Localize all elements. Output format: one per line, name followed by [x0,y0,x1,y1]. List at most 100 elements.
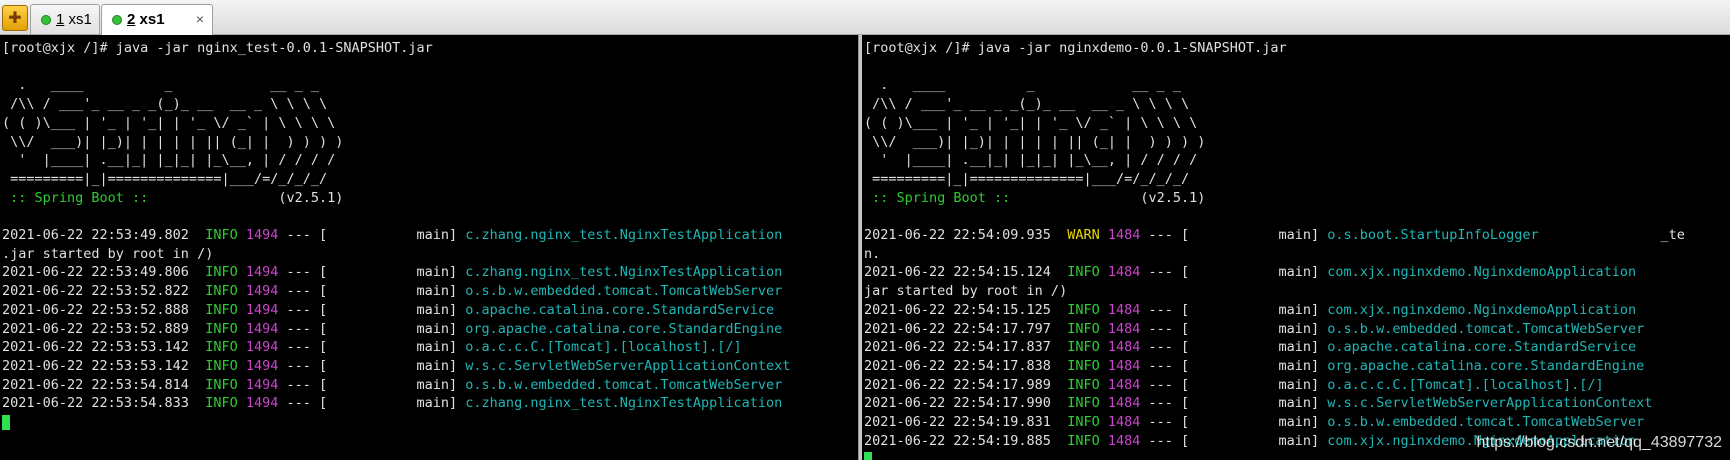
log-timestamp: 2021-06-22 22:53:53.142 [2,339,198,356]
terminal-output-left: [root@xjx /]# java -jar nginx_test-0.0.1… [2,39,790,432]
session-tab-bar: ✚ 1 xs1 2 xs1 × [0,0,1730,35]
log-thread: --- [ main] [278,395,466,412]
log-logger: o.s.boot.StartupInfoLogger [1327,227,1539,244]
log-pid: 1494 [237,376,279,393]
log-continuation: n. [864,245,881,262]
log-level: INFO [1059,432,1100,449]
log-thread: --- [ main] [278,227,466,244]
log-pid: 1494 [237,357,279,374]
log-thread: --- [ main] [278,264,466,281]
log-thread: --- [ main] [1140,357,1328,374]
log-logger: o.a.c.c.C.[Tomcat].[localhost].[/] [1327,376,1604,393]
spring-banner-line: \\/ ___)| |_)| | | | | || (_| | ) ) ) ) [864,133,1206,150]
log-timestamp: 2021-06-22 22:54:19.885 [864,432,1060,449]
log-continuation: .jar started by root in /) [2,245,214,262]
log-timestamp: 2021-06-22 22:54:19.831 [864,414,1060,431]
log-level: INFO [1059,376,1100,393]
log-level: INFO [197,283,238,300]
log-level: INFO [1059,414,1100,431]
log-thread: --- [ main] [1140,301,1328,318]
log-continuation: jar started by root in /) [864,283,1068,300]
log-pid: 1484 [1099,414,1141,431]
spring-boot-label: :: Spring Boot :: [2,189,157,206]
log-level: INFO [1059,264,1100,281]
tab-session-2[interactable]: 2 xs1 × [101,4,213,35]
tab-session-1[interactable]: 1 xs1 [30,4,100,34]
log-timestamp: 2021-06-22 22:53:54.814 [2,376,198,393]
shell-command-line: [root@xjx /]# java -jar nginxdemo-0.0.1-… [864,40,1287,56]
log-level: INFO [1059,301,1100,318]
log-thread: --- [ main] [1140,414,1328,431]
spring-boot-version: (v2.5.1) [156,189,344,206]
log-logger: org.apache.catalina.core.StandardEngine [1327,357,1645,374]
session-menu-button[interactable]: ✚ [2,5,28,31]
log-timestamp: 2021-06-22 22:54:17.989 [864,376,1060,393]
log-logger: o.s.b.w.embedded.tomcat.TomcatWebServer [465,376,783,393]
log-pid: 1494 [237,283,279,300]
log-level: INFO [197,395,238,412]
spring-banner-line: ( ( )\___ | '_ | '_| | '_ \/ _` | \ \ \ … [864,114,1198,131]
log-logger: w.s.c.ServletWebServerApplicationContext [465,357,791,374]
log-timestamp: 2021-06-22 22:53:49.806 [2,264,198,281]
log-timestamp: 2021-06-22 22:53:54.833 [2,395,198,412]
watermark-url: https://blog.csdn.net/qq_43897732 [1476,434,1722,451]
log-pid: 1494 [237,339,279,356]
log-level: INFO [197,264,238,281]
log-thread: --- [ main] [1140,432,1328,449]
log-timestamp: 2021-06-22 22:54:17.990 [864,395,1060,412]
log-logger: o.apache.catalina.core.StandardService [465,301,775,318]
spring-boot-label: :: Spring Boot :: [864,189,1019,206]
spring-banner-line: . ____ _ __ _ _ [2,77,319,94]
log-pid: 1494 [237,227,279,244]
log-level: INFO [197,376,238,393]
log-timestamp: 2021-06-22 22:53:52.822 [2,283,198,300]
log-timestamp: 2021-06-22 22:53:49.802 [2,227,198,244]
log-level: INFO [197,339,238,356]
terminal-pane-right[interactable]: [root@xjx /]# java -jar nginxdemo-0.0.1-… [862,35,1730,460]
log-logger: o.s.b.w.embedded.tomcat.TomcatWebServer [1327,320,1645,337]
log-tail: _te [1538,227,1685,244]
log-level: INFO [197,357,238,374]
log-pid: 1484 [1099,227,1141,244]
log-thread: --- [ main] [278,283,466,300]
log-level: INFO [197,320,238,337]
log-pid: 1484 [1099,395,1141,412]
log-pid: 1484 [1099,320,1141,337]
log-pid: 1494 [237,264,279,281]
shell-command-line: [root@xjx /]# java -jar nginx_test-0.0.1… [2,40,433,56]
close-tab-icon[interactable]: × [196,11,204,27]
spring-banner-line: ' |____| .__|_| |_|_| |_\__, | / / / / [864,152,1198,169]
log-level: INFO [1059,320,1100,337]
log-pid: 1484 [1099,376,1141,393]
log-logger: com.xjx.nginxdemo.NginxdemoApplication [1327,301,1637,318]
spring-banner-line: /\\ / ___'_ __ _ _(_)_ __ __ _ \ \ \ \ [2,96,328,113]
log-logger: o.a.c.c.C.[Tomcat].[localhost].[/] [465,339,742,356]
log-timestamp: 2021-06-22 22:54:09.935 [864,227,1060,244]
log-thread: --- [ main] [1140,339,1328,356]
spring-banner-line: /\\ / ___'_ __ _ _(_)_ __ __ _ \ \ \ \ [864,96,1190,113]
log-timestamp: 2021-06-22 22:54:15.124 [864,264,1060,281]
connected-status-icon [112,15,122,25]
log-timestamp: 2021-06-22 22:54:17.837 [864,339,1060,356]
log-timestamp: 2021-06-22 22:53:52.888 [2,301,198,318]
spring-banner-line: =========|_|==============|___/=/_/_/_/ [864,170,1190,187]
spring-boot-version: (v2.5.1) [1018,189,1206,206]
log-thread: --- [ main] [278,320,466,337]
terminal-cursor [2,414,10,430]
terminal-pane-left[interactable]: [root@xjx /]# java -jar nginx_test-0.0.1… [0,35,858,460]
log-timestamp: 2021-06-22 22:54:17.838 [864,357,1060,374]
log-timestamp: 2021-06-22 22:54:17.797 [864,320,1060,337]
log-logger: o.s.b.w.embedded.tomcat.TomcatWebServer [465,283,783,300]
log-thread: --- [ main] [1140,264,1328,281]
tab-label: xs1 [64,11,92,28]
log-logger: com.xjx.nginxdemo.NginxdemoApplication [1327,264,1637,281]
log-pid: 1494 [237,301,279,318]
log-pid: 1494 [237,395,279,412]
log-pid: 1484 [1099,264,1141,281]
log-logger: o.s.b.w.embedded.tomcat.TomcatWebServer [1327,414,1645,431]
log-thread: --- [ main] [1140,320,1328,337]
log-logger: o.apache.catalina.core.StandardService [1327,339,1637,356]
spring-banner-line: . ____ _ __ _ _ [864,77,1181,94]
log-thread: --- [ main] [1140,227,1328,244]
connected-status-icon [41,15,51,25]
